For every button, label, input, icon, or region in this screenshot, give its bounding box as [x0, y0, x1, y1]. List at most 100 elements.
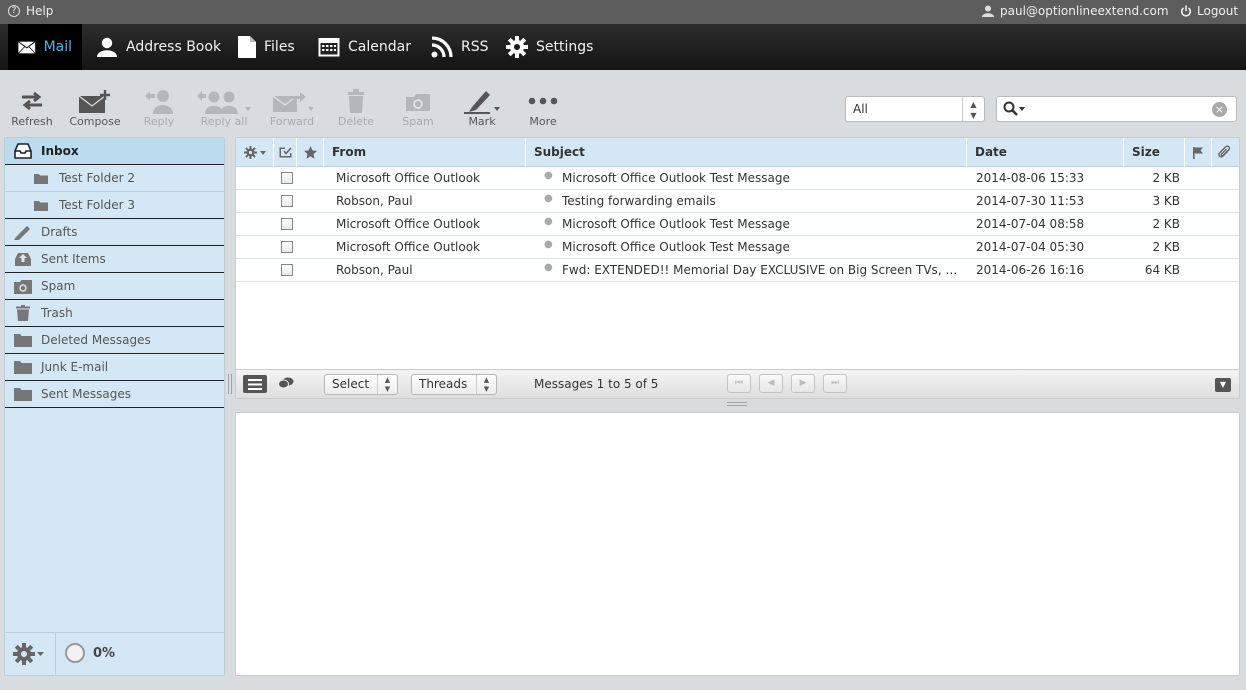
threads-icon: [278, 377, 294, 389]
nav-mail[interactable]: Mail: [8, 24, 82, 70]
attachment-column[interactable]: [1212, 138, 1239, 167]
next-page-button[interactable]: ▶: [791, 374, 815, 393]
select-label: Select: [332, 377, 370, 391]
message-size: 2 KB: [1152, 240, 1180, 254]
message-subject: Microsoft Office Outlook Test Message: [562, 171, 790, 185]
refresh-icon: [22, 91, 42, 111]
nav-calendar-label: Calendar: [348, 39, 411, 55]
subject-column-header[interactable]: Subject: [526, 138, 967, 167]
first-page-button[interactable]: ⏮: [727, 374, 751, 393]
select-arrows-icon: ▲ ▼: [377, 375, 397, 394]
date-column-header[interactable]: Date: [967, 138, 1124, 167]
nav-settings[interactable]: Settings: [496, 24, 603, 70]
folder-test-folder-2[interactable]: Test Folder 2: [5, 165, 224, 192]
message-size: 64 KB: [1144, 263, 1180, 277]
select-menu[interactable]: Select ▲ ▼: [324, 374, 398, 395]
horizontal-splitter[interactable]: [727, 402, 747, 410]
power-icon: [1180, 5, 1192, 17]
nav-rss[interactable]: RSS: [421, 24, 499, 70]
previous-page-button[interactable]: ◀: [759, 374, 783, 393]
read-status-column[interactable]: [274, 138, 297, 167]
more-dots-icon: [528, 97, 558, 105]
nav-files[interactable]: Files: [228, 24, 305, 70]
file-icon: [238, 36, 256, 58]
folder-sent-items[interactable]: Sent Items: [5, 246, 224, 273]
folder-list: Inbox Test Folder 2 Test Folder 3 Drafts…: [4, 137, 225, 676]
nav-address-book[interactable]: Address Book: [86, 24, 231, 70]
unread-dot-icon[interactable]: ●: [544, 193, 553, 204]
message-checkbox[interactable]: [281, 264, 293, 276]
message-checkbox[interactable]: [281, 172, 293, 184]
vertical-splitter[interactable]: [228, 374, 232, 394]
message-date: 2014-07-04 05:30: [976, 240, 1085, 254]
message-row[interactable]: Microsoft Office Outlook ● Microsoft Off…: [236, 236, 1239, 259]
help-icon: ?: [8, 5, 20, 17]
reply-all-button[interactable]: Reply all: [192, 88, 256, 130]
message-checkbox[interactable]: [281, 218, 293, 230]
unread-dot-icon[interactable]: ●: [544, 170, 553, 181]
threads-menu[interactable]: Threads ▲ ▼: [411, 374, 497, 395]
help-link[interactable]: ? Help: [8, 4, 53, 18]
search-input[interactable]: [1029, 100, 1209, 118]
logout-button[interactable]: Logout: [1180, 4, 1238, 18]
reply-button[interactable]: Reply: [127, 88, 191, 130]
message-date: 2014-06-26 16:16: [976, 263, 1085, 277]
compose-button[interactable]: Compose: [63, 88, 127, 130]
nav-calendar[interactable]: Calendar: [308, 24, 421, 70]
last-page-button[interactable]: ⏭: [823, 374, 847, 393]
folder-inbox[interactable]: Inbox: [5, 138, 224, 165]
unread-dot-icon[interactable]: ●: [544, 239, 553, 250]
list-menu-chevron-icon[interactable]: ▼: [1215, 378, 1231, 392]
chevron-down-icon: [37, 651, 44, 656]
message-row[interactable]: Robson, Paul ● Fwd: EXTENDED!! Memorial …: [236, 259, 1239, 282]
unread-dot-icon[interactable]: ●: [544, 262, 553, 273]
search-box: ×: [996, 96, 1237, 122]
message-preview-pane: [235, 412, 1240, 676]
message-checkbox[interactable]: [281, 241, 293, 253]
flag-column[interactable]: [297, 138, 324, 167]
unread-dot-icon[interactable]: ●: [544, 216, 553, 227]
delete-button[interactable]: Delete: [324, 88, 388, 130]
folder-drafts[interactable]: Drafts: [5, 219, 224, 246]
clear-search-icon[interactable]: ×: [1212, 102, 1227, 117]
spam-label: Spam: [402, 115, 434, 128]
flag-status-column[interactable]: [1185, 138, 1212, 167]
message-list: From Subject Date Size Microsoft Office …: [235, 137, 1240, 399]
folder-junk-email[interactable]: Junk E-mail: [5, 354, 224, 381]
quota-pie-icon: [65, 643, 85, 663]
nav-files-label: Files: [264, 39, 295, 55]
folder-deleted-messages[interactable]: Deleted Messages: [5, 327, 224, 354]
mark-button[interactable]: Mark: [450, 88, 514, 130]
spam-button[interactable]: Spam: [386, 88, 450, 130]
threads-view-button[interactable]: [278, 377, 294, 392]
nav-address-book-label: Address Book: [126, 39, 222, 55]
message-row[interactable]: Microsoft Office Outlook ● Microsoft Off…: [236, 213, 1239, 236]
message-filter-select[interactable]: All ▲ ▼: [845, 96, 985, 122]
folder-label: Junk E-mail: [41, 360, 109, 374]
calendar-icon: [318, 38, 340, 57]
message-row[interactable]: Microsoft Office Outlook ● Microsoft Off…: [236, 167, 1239, 190]
folder-actions-button[interactable]: [13, 643, 44, 665]
folder-test-folder-3[interactable]: Test Folder 3: [5, 192, 224, 219]
size-column-header[interactable]: Size: [1124, 138, 1185, 167]
list-options-button[interactable]: [236, 138, 274, 167]
folder-trash[interactable]: Trash: [5, 300, 224, 327]
folder-spam[interactable]: Spam: [5, 273, 224, 300]
folder-label: Drafts: [41, 225, 78, 239]
from-column-header[interactable]: From: [324, 138, 526, 167]
reply-all-label: Reply all: [200, 115, 248, 128]
more-button[interactable]: More: [511, 88, 575, 130]
forward-button[interactable]: Forward: [260, 88, 324, 130]
folder-label: Test Folder 2: [59, 171, 135, 185]
nav-settings-label: Settings: [536, 39, 594, 55]
reply-icon: [145, 90, 173, 114]
message-row[interactable]: Robson, Paul ● Testing forwarding emails…: [236, 190, 1239, 213]
message-checkbox[interactable]: [281, 195, 293, 207]
refresh-button[interactable]: Refresh: [0, 88, 64, 130]
list-view-button[interactable]: [243, 375, 267, 393]
search-icon[interactable]: [1003, 101, 1027, 117]
folder-sent-messages[interactable]: Sent Messages: [5, 381, 224, 408]
message-date: 2014-07-04 08:58: [976, 217, 1085, 231]
trash-icon: [348, 89, 364, 113]
refresh-label: Refresh: [11, 115, 53, 128]
